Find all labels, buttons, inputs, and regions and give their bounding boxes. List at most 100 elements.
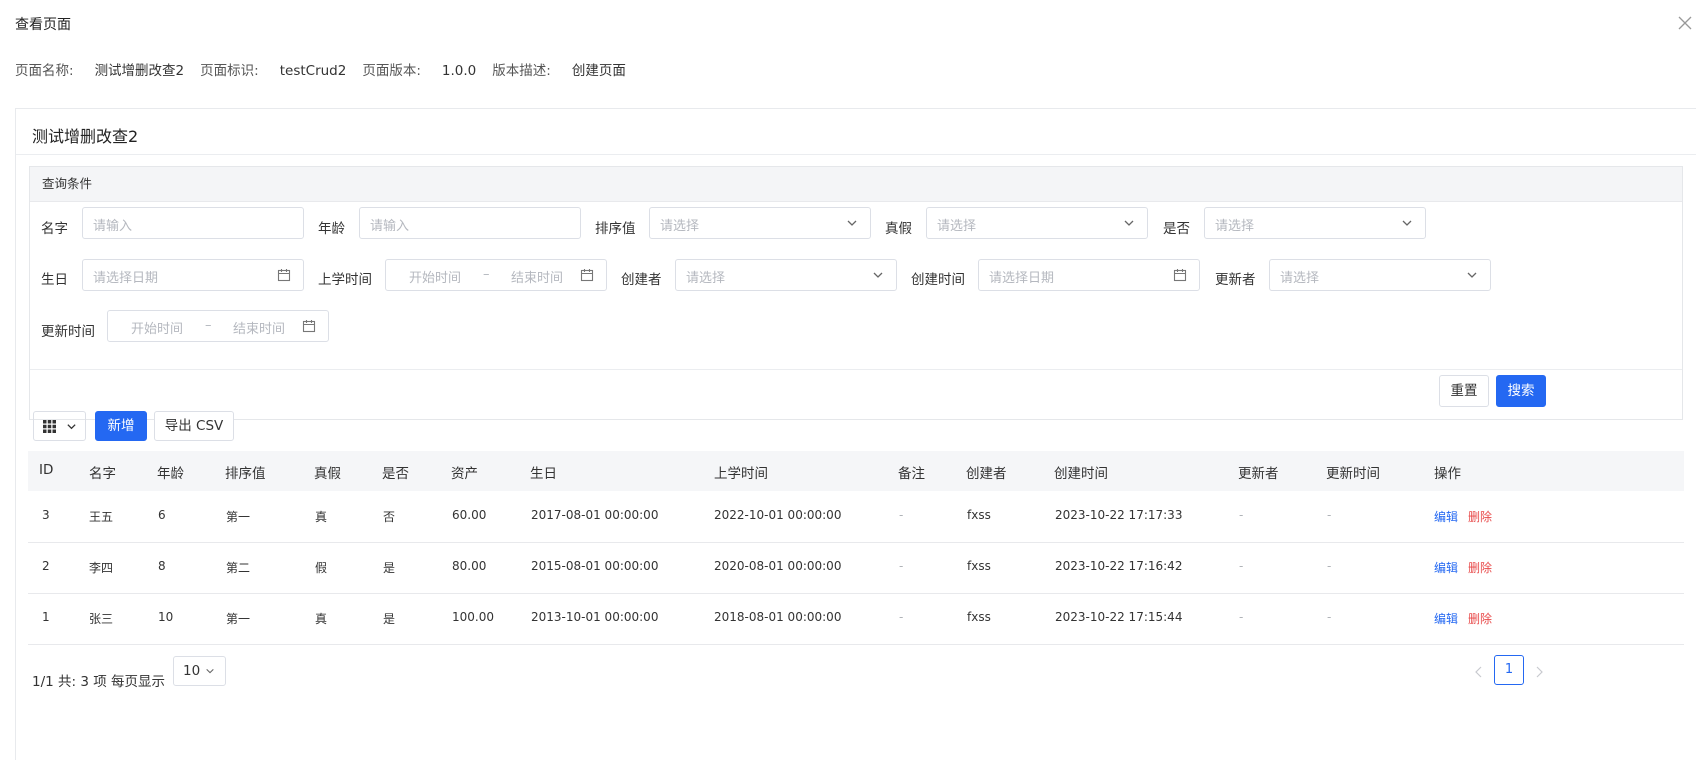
export-csv-button[interactable]: 导出 CSV [154, 411, 234, 441]
age-placeholder: 请输入 [370, 219, 410, 234]
cell-yesno: 是 [383, 612, 396, 626]
cell-creator: fxss [967, 508, 991, 522]
chevron-down-icon [873, 272, 883, 278]
name-input[interactable]: 请输入 [82, 207, 304, 239]
range-separator: – [483, 267, 490, 282]
cell-updater: - [1239, 508, 1244, 522]
col-header: 备注 [898, 466, 925, 482]
cell-age: 10 [158, 610, 174, 624]
age-label: 年龄 [318, 221, 345, 237]
chevron-right-icon[interactable] [1534, 666, 1544, 678]
edit-link[interactable]: 编辑 [1434, 610, 1458, 627]
truefalse-placeholder: 请选择 [937, 219, 977, 234]
sort-label: 排序值 [595, 221, 636, 237]
cell-remark: - [899, 559, 904, 573]
cell-remark: - [899, 508, 904, 522]
name-label: 名字 [41, 221, 68, 237]
created-at-datepicker[interactable]: 请选择日期 [978, 259, 1200, 291]
cell-truefalse: 真 [315, 510, 328, 524]
page-meta: 页面名称: 测试增删改查2 页面标识: testCrud2 页面版本: 1.0.0 版本描述… [15, 59, 642, 79]
table-header: ID 名字 年龄 排序值 真假 是否 资产 生日 上学时间 备注 创建者 创建时… [28, 451, 1684, 491]
updated-at-label: 更新时间 [41, 324, 95, 340]
cell-updater: - [1239, 610, 1244, 624]
meta-id-value: testCrud2 [279, 63, 347, 79]
chevron-down-icon [1402, 220, 1412, 226]
column-settings-button[interactable] [33, 411, 86, 441]
updater-select[interactable]: 请选择 [1269, 259, 1491, 291]
close-icon[interactable] [1676, 14, 1694, 32]
birthday-label: 生日 [41, 272, 68, 288]
cell-updater: - [1239, 559, 1244, 573]
col-header: ID [39, 462, 54, 478]
col-header: 创建时间 [1054, 466, 1108, 482]
cell-age: 8 [158, 559, 166, 573]
meta-version-value: 1.0.0 [441, 63, 477, 79]
calendar-icon [1173, 269, 1187, 282]
cell-truefalse: 假 [315, 561, 328, 575]
col-header: 排序值 [225, 466, 266, 482]
cell-asset: 80.00 [452, 559, 487, 573]
table-row: 3 王五 6 第一 真 否 60.00 2017-08-01 00:00:00 … [28, 491, 1684, 543]
truefalse-select[interactable]: 请选择 [926, 207, 1148, 239]
school-end-placeholder: 结束时间 [511, 271, 564, 286]
edit-link[interactable]: 编辑 [1434, 559, 1458, 576]
yesno-select[interactable]: 请选择 [1204, 207, 1426, 239]
delete-link[interactable]: 删除 [1468, 559, 1492, 576]
meta-id-label: 页面标识: [200, 63, 259, 79]
meta-version-label: 页面版本: [362, 63, 421, 79]
creator-select[interactable]: 请选择 [675, 259, 897, 291]
birthday-datepicker[interactable]: 请选择日期 [82, 259, 304, 291]
delete-link[interactable]: 删除 [1468, 508, 1492, 525]
cell-asset: 100.00 [452, 610, 494, 624]
created-at-placeholder: 请选择日期 [989, 271, 1055, 286]
creator-placeholder: 请选择 [686, 271, 726, 286]
cell-creator: fxss [967, 610, 991, 624]
divider [30, 369, 1682, 370]
cell-remark: - [899, 610, 904, 624]
edit-link[interactable]: 编辑 [1434, 508, 1458, 525]
col-header: 创建者 [966, 466, 1007, 482]
page-1-button[interactable]: 1 [1494, 655, 1524, 685]
age-input[interactable]: 请输入 [359, 207, 581, 239]
cell-name: 李四 [89, 561, 114, 575]
cell-id: 2 [42, 559, 50, 573]
cell-created-at: 2023-10-22 17:17:33 [1055, 508, 1183, 522]
cell-sort: 第一 [226, 510, 251, 524]
meta-name-label: 页面名称: [15, 63, 74, 79]
col-header: 年龄 [157, 466, 184, 482]
crud-card: 测试增删改查2 查询条件 名字 请输入 年龄 请输入 排序值 请选择 真假 请选… [15, 108, 1696, 760]
cell-school-time: 2018-08-01 00:00:00 [714, 610, 842, 624]
reset-button[interactable]: 重置 [1439, 375, 1489, 407]
dialog-title: 查看页面 [15, 17, 71, 33]
birthday-placeholder: 请选择日期 [93, 271, 159, 286]
cell-name: 王五 [89, 510, 114, 524]
cell-id: 1 [42, 610, 50, 624]
search-button[interactable]: 搜索 [1496, 375, 1546, 407]
sort-placeholder: 请选择 [660, 219, 700, 234]
sort-select[interactable]: 请选择 [649, 207, 871, 239]
delete-link[interactable]: 删除 [1468, 610, 1492, 627]
col-header: 名字 [89, 466, 116, 482]
page-size-value: 10 [183, 663, 201, 679]
col-header: 操作 [1434, 466, 1461, 482]
school-time-range[interactable]: 开始时间 – 结束时间 [385, 259, 607, 291]
col-header: 是否 [382, 466, 409, 482]
calendar-icon [580, 269, 594, 282]
cell-name: 张三 [89, 612, 114, 626]
cell-updated-at: - [1327, 610, 1332, 624]
add-button[interactable]: 新增 [95, 411, 147, 441]
col-header: 上学时间 [714, 466, 768, 482]
updater-placeholder: 请选择 [1280, 271, 1320, 286]
chevron-left-icon[interactable] [1474, 666, 1484, 678]
page-size-select[interactable]: 10 [173, 656, 226, 686]
updated-end-placeholder: 结束时间 [233, 322, 286, 337]
table-row: 1 张三 10 第一 真 是 100.00 2013-10-01 00:00:0… [28, 593, 1684, 645]
cell-birthday: 2017-08-01 00:00:00 [531, 508, 659, 522]
meta-desc-value: 创建页面 [571, 63, 626, 79]
col-header: 更新者 [1238, 466, 1279, 482]
chevron-down-icon [1124, 220, 1134, 226]
query-panel: 查询条件 名字 请输入 年龄 请输入 排序值 请选择 真假 请选择 是否 请选择… [29, 166, 1683, 420]
updated-at-range[interactable]: 开始时间 – 结束时间 [107, 310, 329, 342]
cell-updated-at: - [1327, 508, 1332, 522]
yesno-label: 是否 [1163, 221, 1190, 237]
